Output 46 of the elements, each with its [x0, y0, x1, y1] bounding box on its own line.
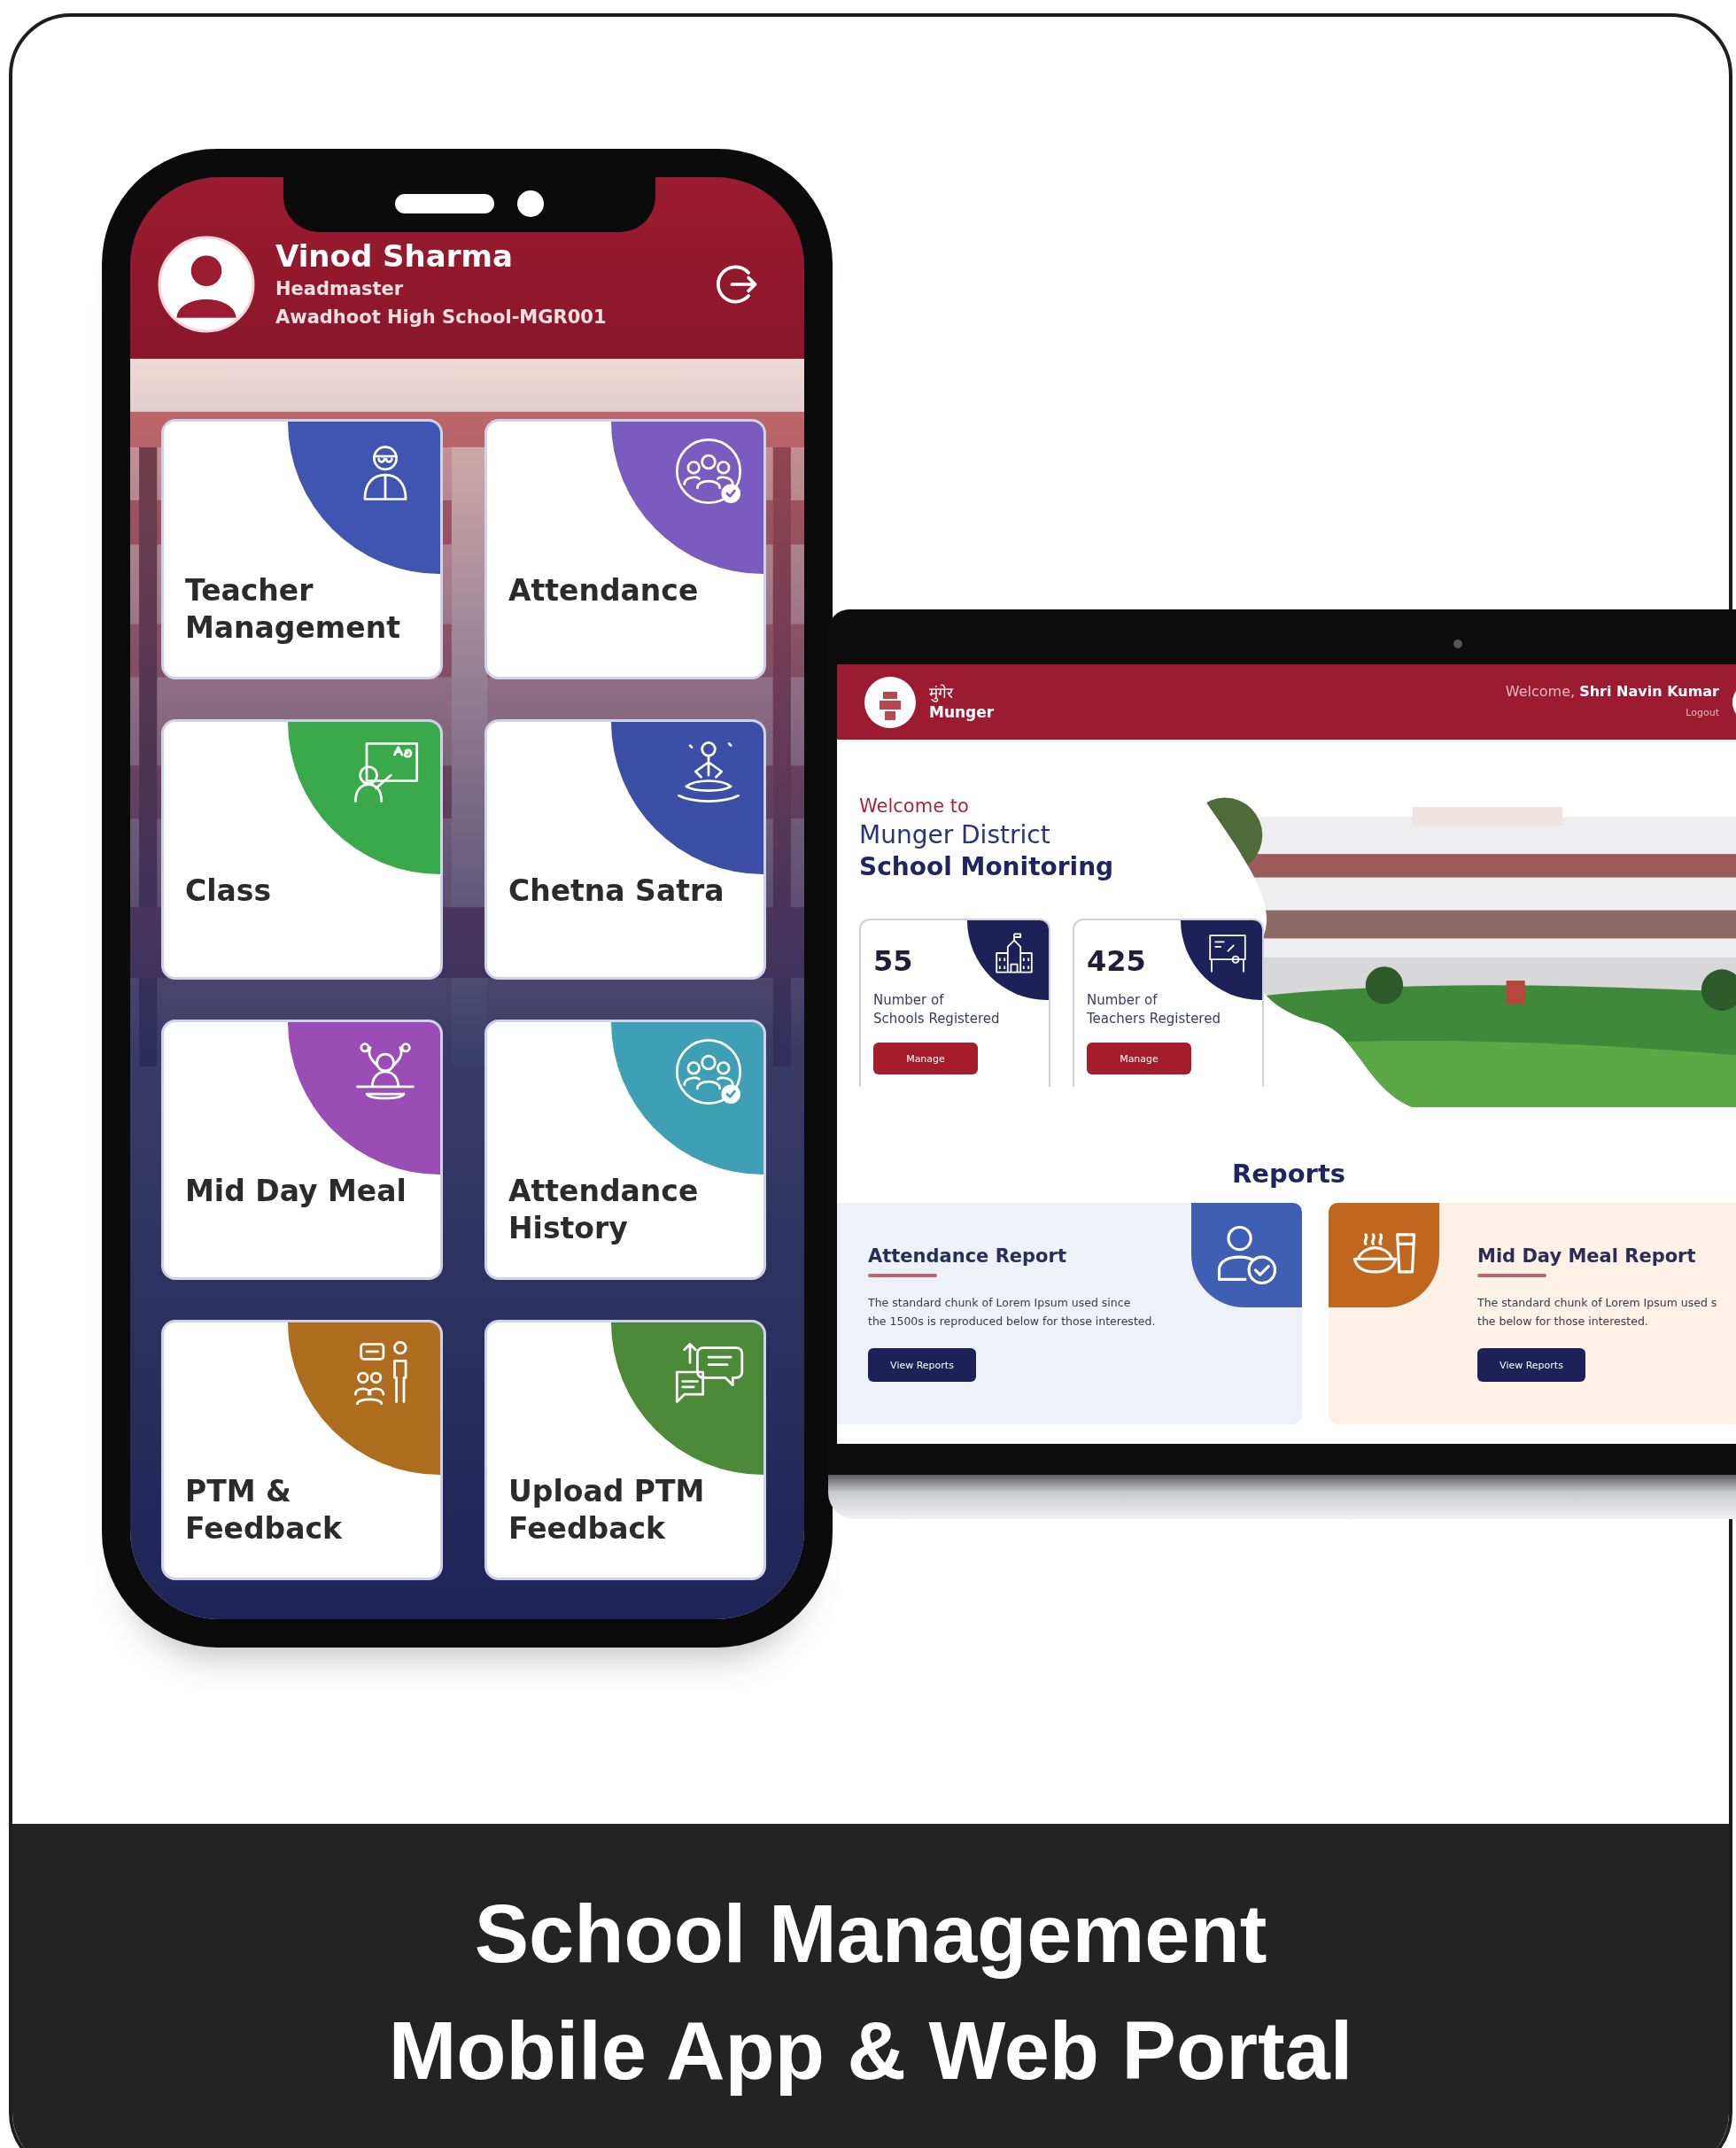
report-description: The standard chunk of Lorem Ipsum used s the below for those interested. — [1477, 1295, 1718, 1330]
menu-tile[interactable]: Chetna Satra — [484, 719, 766, 980]
tile-label: Attendance History — [508, 1173, 700, 1247]
view-reports-button[interactable]: View Reports — [1477, 1348, 1585, 1382]
caption-title: School Management — [474, 1888, 1267, 1981]
menu-tile[interactable]: Class — [161, 719, 443, 980]
report-description: The standard chunk of Lorem Ipsum used since the 1500s is reproduced below for those interested. — [868, 1295, 1157, 1330]
menu-tile[interactable]: Attendance — [484, 419, 766, 679]
manage-button[interactable]: Manage — [873, 1043, 978, 1074]
greeting-text: Welcome, — [1505, 682, 1576, 700]
speaker-icon — [395, 194, 494, 213]
manage-button[interactable]: Manage — [1087, 1043, 1191, 1074]
caption-title: Mobile App & Web Portal — [388, 2005, 1353, 2098]
stat-label: Number of Schools Registered — [873, 991, 1001, 1028]
report-title: Attendance Report — [868, 1245, 1067, 1268]
view-reports-button[interactable]: View Reports — [868, 1348, 976, 1382]
brand-hindi: मुंगेर — [929, 682, 954, 702]
user-name: Vinod Sharma — [275, 237, 514, 275]
user-name: Shri Navin Kumar — [1579, 682, 1719, 700]
menu-tile[interactable]: Teacher Management — [161, 419, 443, 679]
logout-link[interactable]: Logout — [1686, 706, 1719, 718]
tile-label: Teacher Management — [185, 572, 401, 647]
district-title: Munger District — [859, 819, 1051, 851]
tile-label: Chetna Satra — [508, 872, 725, 910]
stat-value: 55 — [873, 943, 913, 979]
reports-heading: Reports — [1230, 1159, 1347, 1189]
school-name: Awadhoot High School-MGR001 — [275, 305, 608, 330]
tile-label: Upload PTM Feedback — [508, 1473, 706, 1547]
report-title: Mid Day Meal Report — [1477, 1245, 1697, 1268]
menu-tile[interactable]: Mid Day Meal — [161, 1020, 443, 1280]
tile-label: Attendance — [508, 572, 700, 609]
tile-label: PTM & Feedback — [185, 1473, 344, 1547]
menu-tile[interactable]: PTM & Feedback — [161, 1320, 443, 1580]
menu-tile[interactable]: Upload PTM Feedback — [484, 1320, 766, 1580]
welcome-kicker: Welcome to — [859, 795, 970, 818]
stat-value: 425 — [1087, 943, 1146, 979]
avatar-icon — [157, 234, 256, 334]
brand-name: Munger — [929, 702, 995, 722]
tile-label: Class — [185, 872, 273, 910]
stat-label: Number of Teachers Registered — [1087, 991, 1221, 1028]
user-role: Headmaster — [275, 276, 405, 301]
menu-tile[interactable]: Attendance History — [484, 1020, 766, 1280]
tile-label: Mid Day Meal — [185, 1173, 407, 1210]
portal-title: School Monitoring — [859, 851, 1115, 883]
emblem-icon — [864, 675, 917, 729]
camera-icon — [517, 190, 544, 217]
